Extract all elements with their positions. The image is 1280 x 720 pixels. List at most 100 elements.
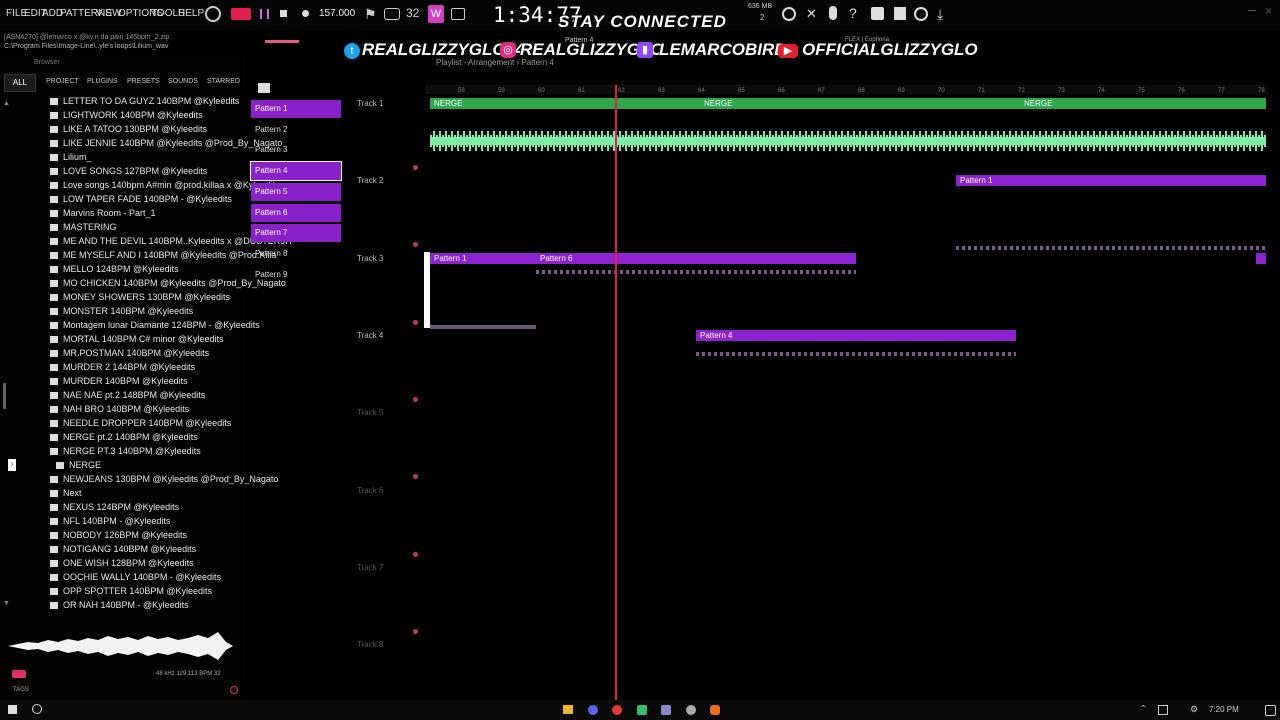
pattern-item[interactable]: Pattern 8	[251, 245, 341, 263]
track-mute-led[interactable]	[413, 628, 418, 634]
pattern-item[interactable]: Pattern 7	[251, 224, 341, 243]
folder-expand-icon[interactable]: ›	[8, 459, 16, 471]
pattern-item[interactable]: Pattern 1	[251, 100, 341, 118]
track-mute-led[interactable]	[413, 551, 418, 557]
browser-item[interactable]: Montagem lunar Diamante 124BPM - @Kyleed…	[50, 318, 260, 332]
scroll-down-icon[interactable]: ▼	[3, 600, 10, 607]
plugin-icon[interactable]	[894, 7, 906, 20]
browser-item[interactable]: NEEDLE DROPPER 140BPM @Kyleedits	[50, 416, 231, 430]
clip-nerge-2[interactable]: NERGE	[700, 98, 1020, 109]
start-icon[interactable]	[8, 705, 17, 714]
pattern-item[interactable]: Pattern 9	[251, 266, 341, 284]
record-icon[interactable]	[302, 10, 309, 17]
browser-item[interactable]: Marvins Room - Part_1	[50, 206, 156, 220]
cpu-meter-icon[interactable]	[205, 6, 221, 22]
browser-tab-plugins[interactable]: PLUGINS	[87, 78, 118, 85]
track-name[interactable]: Track 8	[357, 640, 383, 649]
clip-edge-track3[interactable]	[1256, 253, 1266, 264]
pattern-item[interactable]: Pattern 6	[251, 203, 341, 222]
browser-item[interactable]: OOCHIE WALLY 140BPM - @Kyleedits	[50, 570, 221, 584]
loop-record-icon[interactable]	[451, 8, 465, 20]
clip-pattern-1-track3[interactable]: Pattern 1	[430, 253, 538, 264]
track-mute-led[interactable]	[413, 319, 418, 325]
browser-item[interactable]: MR.POSTMAN 140BPM @Kyleedits	[50, 346, 209, 360]
browser-item[interactable]: LIKE A TATOO 130BPM @Kyleedits	[50, 122, 207, 136]
file-explorer-icon[interactable]	[563, 705, 573, 714]
browser-item[interactable]: NAE NAE pt.2 148BPM @Kyleedits	[50, 388, 205, 402]
browser-item[interactable]: MELLO 124BPM @Kyleedits	[50, 262, 179, 276]
track-name[interactable]: Track 1	[357, 99, 383, 108]
pattern-item[interactable]: Pattern 4	[250, 161, 342, 182]
notifications-icon[interactable]	[1265, 705, 1276, 716]
countdown-icon[interactable]: 32	[406, 6, 419, 20]
browser-tab-all[interactable]: ALL	[4, 74, 36, 92]
pattern-item[interactable]: Pattern 2	[251, 121, 341, 139]
clip-pattern-4[interactable]: Pattern 4	[696, 330, 1016, 341]
browser-item[interactable]: MURDER 2 144BPM @Kyleedits	[50, 360, 195, 374]
track-name[interactable]: Track 7	[357, 563, 383, 572]
app-icon[interactable]	[637, 705, 647, 715]
browser-item[interactable]: LIGHTWORK 140BPM @Kyleedits	[50, 108, 203, 122]
microphone-icon[interactable]	[829, 6, 837, 20]
track-name[interactable]: Track 3	[357, 254, 383, 263]
help-icon[interactable]: ?	[849, 5, 857, 21]
record-mode-icon[interactable]	[231, 8, 251, 20]
track-name[interactable]: Track 2	[357, 176, 383, 185]
discord-icon[interactable]	[588, 705, 598, 715]
browser-tab-project[interactable]: PROJECT	[46, 78, 79, 85]
browser-item[interactable]: NERGE pt.2 140BPM @Kyleedits	[50, 430, 198, 444]
minimize-icon[interactable]	[1248, 10, 1256, 11]
download-icon[interactable]: ⤓	[937, 6, 943, 23]
browser-item[interactable]: MORTAL 140BPM C# minor @Kyleedits	[50, 332, 224, 346]
browser-tab-presets[interactable]: PRESETS	[127, 78, 160, 85]
browser-item[interactable]: NOTIGANG 140BPM @Kyleedits	[50, 542, 196, 556]
chrome-icon[interactable]	[612, 705, 622, 715]
browser-item[interactable]: MASTERING	[50, 220, 117, 234]
fl-studio-icon[interactable]	[710, 705, 720, 715]
track-mute-led[interactable]	[413, 396, 418, 402]
track-mute-led[interactable]	[413, 165, 418, 170]
steam-icon[interactable]	[661, 705, 671, 715]
metronome-icon[interactable]: ⚑	[364, 6, 377, 23]
menu-help[interactable]: HELP	[178, 8, 204, 19]
preview-play-icon[interactable]	[12, 670, 26, 678]
track-name[interactable]: Track 6	[357, 486, 383, 495]
browser-item[interactable]: MURDER 140BPM @Kyleedits	[50, 374, 188, 388]
browser-item[interactable]: LETTER TO DA GUYZ 140BPM @Kyleedits	[50, 94, 239, 108]
browser-item[interactable]: NERGE	[56, 458, 101, 472]
pause-icon[interactable]	[260, 9, 269, 19]
stop-icon[interactable]	[280, 10, 287, 17]
pattern-item[interactable]: Pattern 3	[251, 141, 341, 159]
pattern-picker[interactable]: Pattern 4	[565, 37, 593, 44]
gear-icon[interactable]: ⚙	[1190, 704, 1198, 715]
browser-item[interactable]: MONSTER 140BPM @Kyleedits	[50, 304, 193, 318]
master-volume-slider[interactable]	[265, 40, 299, 43]
tag-search-icon[interactable]	[230, 686, 238, 694]
clip-nerge-1[interactable]: NERGE	[430, 98, 700, 109]
browser-scrollbar[interactable]	[3, 383, 6, 409]
browser-item[interactable]: OPP SPOTTER 140BPM @Kyleedits	[50, 584, 212, 598]
browser-item[interactable]: NAH BRO 140BPM @Kyleedits	[50, 402, 189, 416]
save-icon[interactable]	[871, 7, 884, 20]
playhead[interactable]	[615, 85, 617, 700]
browser-item[interactable]: NEWJEANS 130BPM @Kyleedits @Prod_By_Naga…	[50, 472, 278, 486]
tray-chevron-icon[interactable]: ⌃	[1140, 704, 1147, 713]
browser-item[interactable]: NOBODY 126BPM @Kyleedits	[50, 528, 187, 542]
tags-label[interactable]: TAGS	[13, 687, 29, 693]
wait-input-icon[interactable]	[384, 8, 400, 20]
browser-item[interactable]: ONE WISH 128BPM @Kyleedits	[50, 556, 194, 570]
track-mute-led[interactable]	[413, 242, 418, 248]
browser-item[interactable]: LIKE JENNIE 140BPM @Kyleedits @Prod_By_N…	[50, 136, 282, 150]
browser-tab-sounds[interactable]: SOUNDS	[168, 78, 198, 85]
pattern-item[interactable]: Pattern 5	[251, 182, 341, 201]
blend-notes-icon[interactable]: W	[428, 5, 444, 23]
tempo-display[interactable]: 157.000	[319, 8, 355, 19]
browser-tab-starred[interactable]: STARRED	[207, 78, 240, 85]
piano-roll-icon[interactable]	[258, 83, 270, 93]
browser-item[interactable]: ME MYSELF AND I 140BPM @Kyleedits @Prod.…	[50, 248, 276, 262]
sample-preview-waveform[interactable]	[8, 630, 240, 662]
browser-item[interactable]: NFL 140BPM - @Kyleedits	[50, 514, 170, 528]
search-icon[interactable]	[32, 704, 42, 714]
clip-nerge-3[interactable]: NERGE	[1020, 98, 1266, 109]
track-name[interactable]: Track 4	[357, 331, 383, 340]
